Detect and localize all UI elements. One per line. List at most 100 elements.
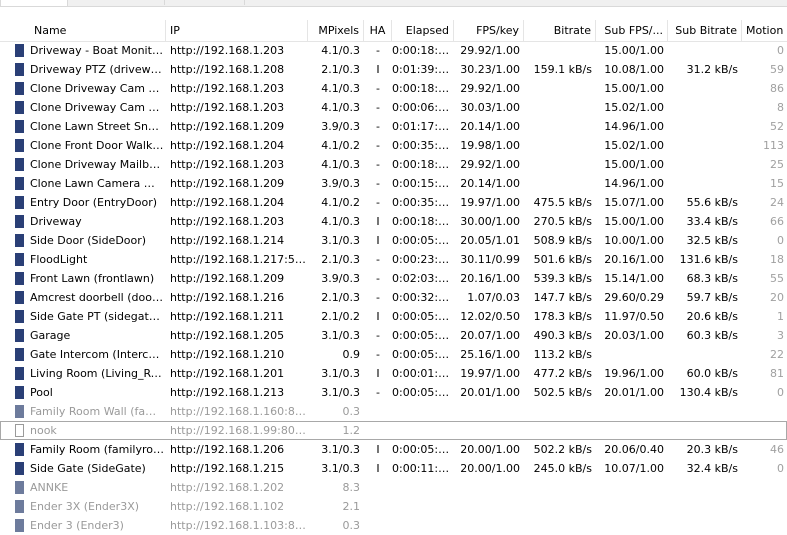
camera-ha <box>364 478 392 497</box>
camera-elapsed: 0:00:35:09 <box>392 139 450 152</box>
camera-row[interactable]: nook http://192.168.1.99:8099 1.2 <box>0 421 787 440</box>
camera-sub-fps: 14.96/1.00 <box>604 120 664 133</box>
camera-icon <box>15 348 24 361</box>
camera-ip: http://192.168.1.205 <box>170 329 285 342</box>
camera-sub-bitrate <box>668 345 738 364</box>
camera-fps-key: 12.02/0.50 <box>460 310 520 323</box>
camera-ha <box>364 516 392 535</box>
camera-row[interactable]: Side Gate (SideGate) http://192.168.1.215… <box>0 459 787 478</box>
camera-name: Clone Driveway Cam Stre... <box>30 82 164 95</box>
camera-row[interactable]: Driveway http://192.168.1.203 4.1/0.3 I 0:00… <box>0 212 787 231</box>
camera-sub-bitrate <box>668 516 738 535</box>
camera-sub-fps: 15.00/1.00 <box>604 215 664 228</box>
col-mpixels[interactable]: MPixels <box>308 20 364 41</box>
camera-ha: - <box>376 272 380 285</box>
camera-sub-fps: 20.03/1.00 <box>604 329 664 342</box>
camera-row[interactable]: ANNKE http://192.168.1.202 8.3 <box>0 478 787 497</box>
camera-row[interactable]: Clone Lawn Camera Walk... http://192.168.… <box>0 174 787 193</box>
camera-bitrate: 539.3 kB/s <box>533 272 592 285</box>
col-motion[interactable]: Motion <box>742 20 787 41</box>
camera-mpixels: 2.1/0.3 <box>321 63 360 76</box>
camera-name: Entry Door (EntryDoor) <box>30 196 158 209</box>
camera-mpixels: 3.9/0.3 <box>321 272 360 285</box>
camera-row[interactable]: Entry Door (EntryDoor) http://192.168.1.2… <box>0 193 787 212</box>
camera-mpixels: 3.1/0.3 <box>321 329 360 342</box>
camera-sub-fps: 29.60/0.29 <box>604 291 664 304</box>
camera-row[interactable]: Side Door (SideDoor) http://192.168.1.214… <box>0 231 787 250</box>
camera-icon <box>15 386 24 399</box>
camera-row[interactable]: Garage http://192.168.1.205 3.1/0.3 -0:00:0… <box>0 326 787 345</box>
camera-mpixels: 4.1/0.3 <box>321 82 360 95</box>
camera-name: Gate Intercom (Intercom) <box>30 348 164 361</box>
camera-row[interactable]: Clone Driveway Cam Wal... http://192.168.… <box>0 98 787 117</box>
camera-row[interactable]: Driveway PTZ (drivewayptz) http://192.168… <box>0 60 787 79</box>
camera-mpixels: 3.1/0.3 <box>321 234 360 247</box>
camera-row[interactable]: Clone Driveway Cam Stre... http://192.168… <box>0 79 787 98</box>
col-ha[interactable]: HA <box>364 20 392 41</box>
camera-elapsed: 0:00:01:18 <box>392 367 450 380</box>
camera-sub-bitrate <box>668 117 738 136</box>
camera-ha: - <box>376 82 380 95</box>
camera-row[interactable]: Front Lawn (frontlawn) http://192.168.1.2… <box>0 269 787 288</box>
camera-row[interactable]: Clone Driveway Mailbox (d... http://192.1… <box>0 155 787 174</box>
camera-name: Side Gate PT (sidegatept) <box>30 310 164 323</box>
camera-bitrate <box>524 117 592 136</box>
camera-bitrate <box>524 497 592 516</box>
camera-motion <box>742 478 784 497</box>
camera-icon <box>15 462 24 475</box>
camera-ip: http://192.168.1.201 <box>170 367 285 380</box>
tab-2[interactable] <box>164 0 245 5</box>
camera-icon <box>15 253 24 266</box>
col-elapsed[interactable]: Elapsed <box>392 20 454 41</box>
camera-bitrate: 508.9 kB/s <box>533 234 592 247</box>
camera-ha: I <box>376 367 380 380</box>
camera-ha <box>364 402 392 421</box>
camera-row[interactable]: Driveway - Boat Monitorin... http://192.1… <box>0 41 787 60</box>
camera-row[interactable]: Family Room (familyroom) http://192.168.1… <box>0 440 787 459</box>
camera-fps-key: 30.00/1.00 <box>460 215 520 228</box>
col-bitrate[interactable]: Bitrate <box>524 20 596 41</box>
col-ip[interactable]: IP <box>166 20 308 41</box>
camera-sub-fps: 10.00/1.00 <box>604 234 664 247</box>
col-name[interactable]: Name <box>0 20 166 41</box>
tab-3[interactable] <box>244 0 325 5</box>
camera-bitrate <box>524 478 592 497</box>
camera-sub-bitrate: 33.4 kB/s <box>686 215 738 228</box>
camera-fps-key: 25.16/1.00 <box>460 348 520 361</box>
camera-ip: http://192.168.1.214 <box>170 234 285 247</box>
camera-ip: http://192.168.1.203 <box>170 82 285 95</box>
camera-row[interactable]: Amcrest doorbell (doorbell) http://192.16… <box>0 288 787 307</box>
camera-motion: 59 <box>770 63 784 76</box>
tab-cameras[interactable] <box>0 0 68 6</box>
camera-row[interactable]: Ender 3X (Ender3X) http://192.168.1.102 2.… <box>0 497 787 516</box>
camera-row[interactable]: Clone Front Door WalkWa... http://192.168… <box>0 136 787 155</box>
camera-name: Clone Driveway Cam Wal... <box>30 101 164 114</box>
camera-icon <box>15 329 24 342</box>
camera-ip: http://192.168.1.204 <box>170 196 285 209</box>
camera-row[interactable]: Clone Lawn Street Snaps... http://192.168… <box>0 117 787 136</box>
camera-ha: - <box>376 158 380 171</box>
camera-row[interactable]: Living Room (Living_Room) http://192.168.… <box>0 364 787 383</box>
camera-ip: http://192.168.1.211 <box>170 310 285 323</box>
camera-elapsed <box>392 421 450 440</box>
camera-row[interactable]: Ender 3 (Ender3) http://192.168.1.103:808… <box>0 516 787 535</box>
camera-row[interactable]: Family Room Wall (familyro... http://192.… <box>0 402 787 421</box>
camera-mpixels: 3.9/0.3 <box>321 177 360 190</box>
camera-list: Driveway - Boat Monitorin... http://192.1… <box>0 41 787 535</box>
camera-elapsed: 0:00:05:08 <box>392 386 450 399</box>
camera-row[interactable]: Pool http://192.168.1.213 3.1/0.3 -0:00:05:… <box>0 383 787 402</box>
col-fps-key[interactable]: FPS/key <box>454 20 524 41</box>
camera-sub-fps: 15.00/1.00 <box>604 82 664 95</box>
camera-name: Pool <box>30 386 53 399</box>
col-sub-fps[interactable]: Sub FPS/... <box>596 20 668 41</box>
camera-row[interactable]: FloodLight http://192.168.1.217:554 2.1/0.… <box>0 250 787 269</box>
camera-row[interactable]: Gate Intercom (Intercom) http://192.168.1… <box>0 345 787 364</box>
camera-bitrate: 113.2 kB/s <box>533 348 592 361</box>
camera-row[interactable]: Side Gate PT (sidegatept) http://192.168.… <box>0 307 787 326</box>
camera-name: Garage <box>30 329 71 342</box>
camera-sub-fps: 20.06/0.40 <box>604 443 664 456</box>
camera-icon <box>15 443 24 456</box>
col-sub-bitrate[interactable]: Sub Bitrate <box>668 20 742 41</box>
camera-icon <box>15 519 24 532</box>
camera-elapsed: 0:01:17:37 <box>392 120 450 133</box>
